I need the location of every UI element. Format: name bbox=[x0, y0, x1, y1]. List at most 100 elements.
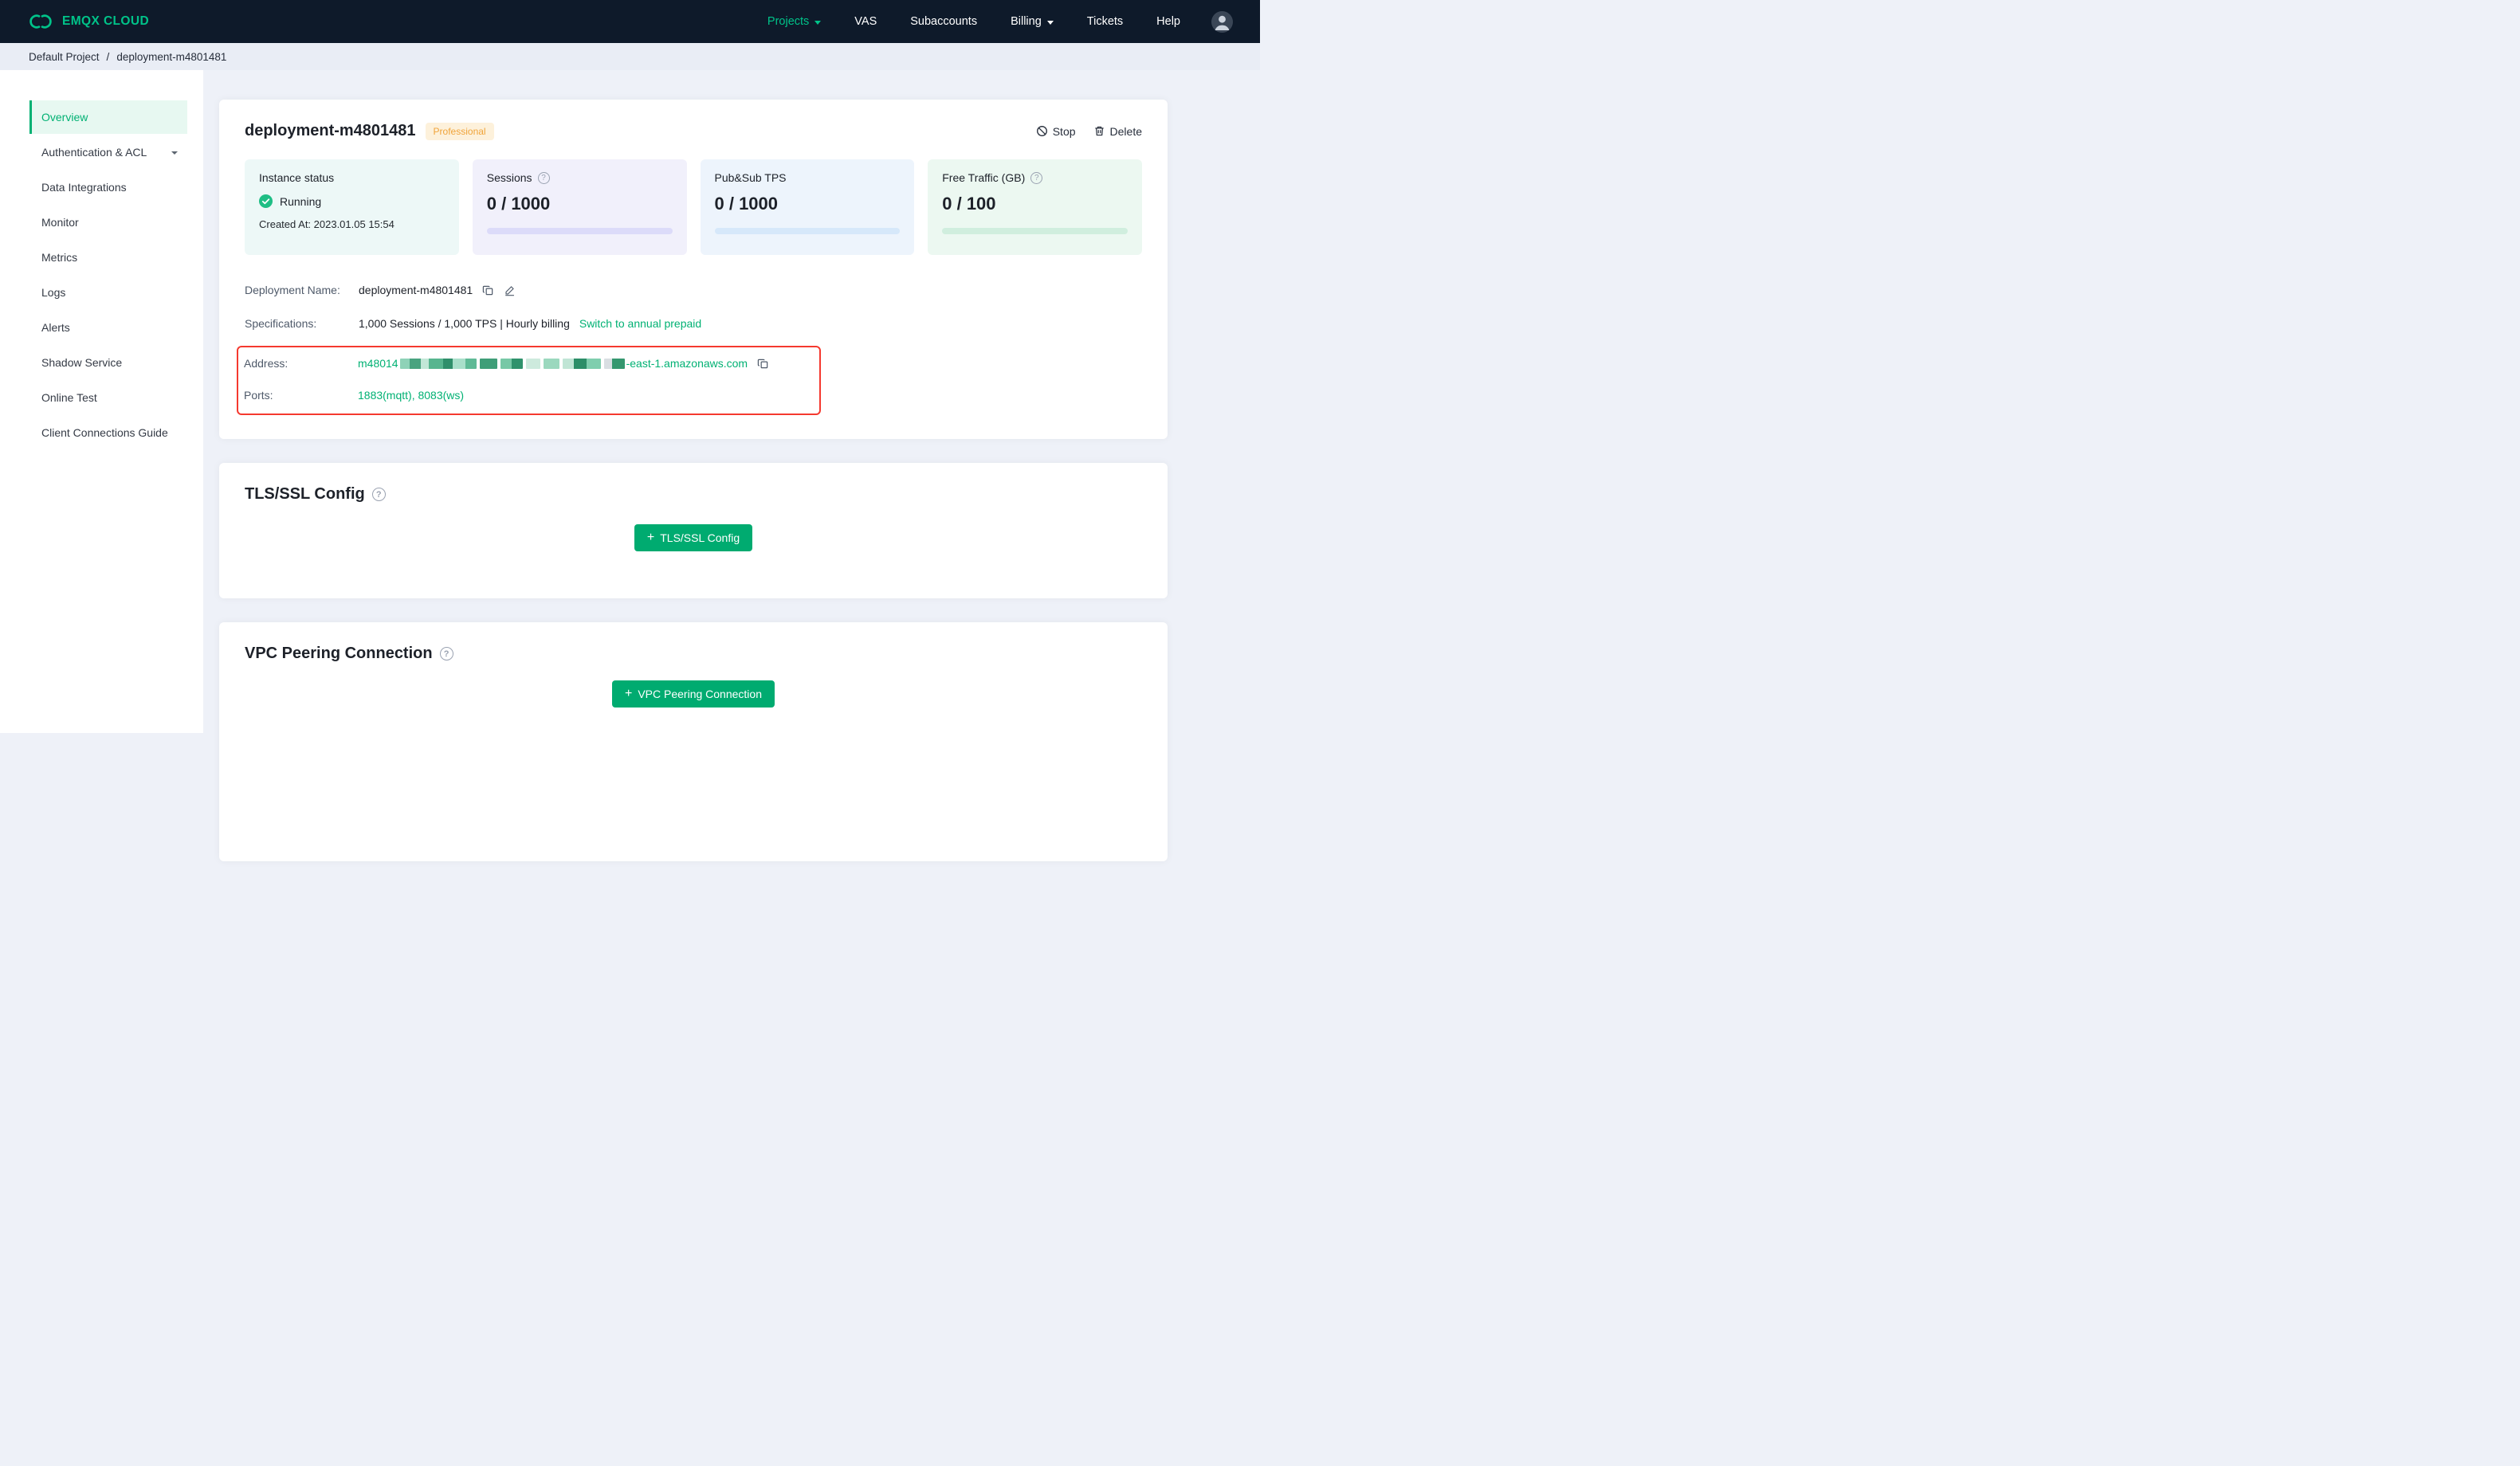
stat-value: 0 / 100 bbox=[942, 194, 996, 214]
chevron-down-icon bbox=[814, 20, 822, 25]
nav-item-projects[interactable]: Projects bbox=[751, 15, 838, 28]
deployment-name-value: deployment-m4801481 bbox=[359, 284, 516, 296]
stop-button[interactable]: Stop bbox=[1036, 125, 1076, 138]
main-content: deployment-m4801481 Professional Stop De… bbox=[203, 70, 1260, 861]
stat-label: Pub&Sub TPS bbox=[714, 171, 787, 184]
breadcrumb-current: deployment-m4801481 bbox=[116, 50, 227, 63]
plus-icon: + bbox=[625, 687, 633, 700]
sidebar-item-label: Metrics bbox=[41, 251, 78, 264]
check-circle-icon bbox=[259, 194, 273, 208]
nav-label: Tickets bbox=[1086, 15, 1124, 28]
sidebar: Overview Authentication & ACL Data Integ… bbox=[0, 70, 203, 733]
switch-annual-prepaid-link[interactable]: Switch to annual prepaid bbox=[579, 317, 701, 330]
nav-item-help[interactable]: Help bbox=[1140, 15, 1197, 28]
nav-label: Help bbox=[1156, 15, 1180, 28]
status-text: Running bbox=[280, 194, 322, 208]
annotation-highlight-box: Address: m48014 -east-1.amazonaws.com Po… bbox=[237, 346, 821, 415]
stat-label: Sessions ? bbox=[487, 171, 673, 184]
address-label: Address: bbox=[244, 357, 289, 370]
sidebar-item-client-connections-guide[interactable]: Client Connections Guide bbox=[29, 416, 187, 449]
nav-label: Projects bbox=[767, 15, 810, 28]
stat-label: Free Traffic (GB) ? bbox=[942, 171, 1128, 184]
sidebar-item-alerts[interactable]: Alerts bbox=[29, 311, 187, 344]
vpc-peering-card: VPC Peering Connection ? + VPC Peering C… bbox=[219, 622, 1168, 861]
deployment-overview-card: deployment-m4801481 Professional Stop De… bbox=[219, 100, 1168, 439]
address-value: m48014 -east-1.amazonaws.com bbox=[358, 357, 769, 370]
add-vpc-peering-button[interactable]: + VPC Peering Connection bbox=[612, 680, 775, 708]
copy-icon[interactable] bbox=[482, 284, 494, 296]
stat-card-free-traffic: Free Traffic (GB) ? 0 / 100 bbox=[928, 159, 1142, 255]
header-actions: Stop Delete bbox=[1036, 125, 1142, 138]
sidebar-item-metrics[interactable]: Metrics bbox=[29, 241, 187, 274]
ports-value: 1883(mqtt), 8083(ws) bbox=[358, 389, 465, 402]
progress-bar bbox=[942, 228, 1128, 234]
sidebar-item-online-test[interactable]: Online Test bbox=[29, 381, 187, 414]
add-tls-ssl-config-button[interactable]: + TLS/SSL Config bbox=[634, 524, 753, 551]
nav-label: VAS bbox=[854, 15, 877, 28]
tls-ssl-title: TLS/SSL Config bbox=[245, 485, 365, 503]
status-row: Running bbox=[259, 194, 445, 208]
copy-address-icon[interactable] bbox=[757, 358, 769, 370]
chevron-down-icon bbox=[1046, 20, 1054, 25]
edit-icon[interactable] bbox=[504, 284, 516, 296]
tls-ssl-title-row: TLS/SSL Config ? bbox=[245, 485, 1142, 504]
sidebar-item-shadow-service[interactable]: Shadow Service bbox=[29, 346, 187, 379]
plan-badge: Professional bbox=[425, 122, 494, 140]
breadcrumb-project[interactable]: Default Project bbox=[29, 51, 100, 63]
sidebar-item-overview[interactable]: Overview bbox=[29, 100, 187, 134]
specifications-label: Specifications: bbox=[245, 317, 317, 330]
user-avatar[interactable] bbox=[1211, 10, 1233, 33]
help-icon[interactable]: ? bbox=[1030, 171, 1043, 184]
emqx-brand[interactable]: EMQX CLOUD bbox=[27, 12, 149, 31]
deployment-info: Deployment Name: deployment-m4801481 Spe… bbox=[237, 282, 1142, 415]
trash-icon bbox=[1093, 125, 1105, 137]
stat-value: 0 / 1000 bbox=[486, 194, 551, 214]
stat-card-instance-status: Instance status Running Created At: 2023… bbox=[245, 159, 459, 255]
sidebar-item-authentication-acl[interactable]: Authentication & ACL bbox=[29, 135, 187, 169]
sidebar-item-label: Online Test bbox=[41, 391, 97, 404]
delete-label: Delete bbox=[1109, 124, 1142, 138]
specifications-value: 1,000 Sessions / 1,000 TPS | Hourly bill… bbox=[359, 317, 702, 330]
plus-icon: + bbox=[646, 531, 655, 544]
stat-cards: Instance status Running Created At: 2023… bbox=[245, 159, 1142, 255]
sidebar-item-monitor[interactable]: Monitor bbox=[29, 206, 187, 239]
button-label: TLS/SSL Config bbox=[660, 531, 740, 544]
deployment-title: deployment-m4801481 bbox=[245, 122, 416, 139]
stat-card-pubsub-tps: Pub&Sub TPS 0 / 1000 bbox=[700, 159, 915, 255]
deployment-name-row: Deployment Name: deployment-m4801481 bbox=[245, 282, 1142, 298]
nav-item-vas[interactable]: VAS bbox=[838, 15, 893, 28]
help-icon[interactable]: ? bbox=[439, 647, 453, 660]
help-icon[interactable]: ? bbox=[537, 171, 550, 184]
vpc-peering-title: VPC Peering Connection bbox=[245, 645, 433, 662]
top-navbar: EMQX CLOUD Projects VAS Subaccounts Bill… bbox=[0, 0, 1260, 43]
brand-text: EMQX CLOUD bbox=[62, 14, 150, 28]
stop-icon bbox=[1036, 125, 1048, 137]
emqx-logo-icon bbox=[27, 12, 54, 31]
created-at: Created At: 2023.01.05 15:54 bbox=[259, 218, 394, 230]
tls-ssl-card: TLS/SSL Config ? + TLS/SSL Config bbox=[219, 463, 1168, 598]
breadcrumb: Default Project / deployment-m4801481 bbox=[0, 43, 1260, 70]
nav-label: Billing bbox=[1011, 15, 1042, 28]
sidebar-item-label: Monitor bbox=[41, 216, 79, 229]
sidebar-item-label: Logs bbox=[41, 286, 66, 299]
sidebar-item-data-integrations[interactable]: Data Integrations bbox=[29, 171, 187, 204]
stat-card-sessions: Sessions ? 0 / 1000 bbox=[472, 159, 687, 255]
sidebar-item-label: Authentication & ACL bbox=[41, 146, 147, 159]
sidebar-item-logs[interactable]: Logs bbox=[29, 276, 187, 309]
help-icon[interactable]: ? bbox=[371, 488, 386, 501]
stat-label: Instance status bbox=[259, 171, 335, 184]
redacted-address-mosaic bbox=[399, 358, 625, 369]
sidebar-item-label: Alerts bbox=[41, 321, 70, 334]
nav-label: Subaccounts bbox=[910, 15, 978, 28]
nav-menu: Projects VAS Subaccounts Billing Tickets… bbox=[751, 10, 1233, 33]
nav-item-tickets[interactable]: Tickets bbox=[1070, 15, 1140, 28]
delete-button[interactable]: Delete bbox=[1093, 125, 1142, 138]
nav-item-billing[interactable]: Billing bbox=[994, 15, 1070, 28]
nav-item-subaccounts[interactable]: Subaccounts bbox=[893, 15, 994, 28]
chevron-down-icon bbox=[171, 151, 178, 155]
sidebar-item-label: Data Integrations bbox=[41, 181, 127, 194]
specifications-row: Specifications: 1,000 Sessions / 1,000 T… bbox=[245, 316, 1142, 331]
progress-bar bbox=[714, 228, 901, 234]
stat-value: 0 / 1000 bbox=[714, 194, 779, 214]
stop-label: Stop bbox=[1052, 124, 1076, 138]
